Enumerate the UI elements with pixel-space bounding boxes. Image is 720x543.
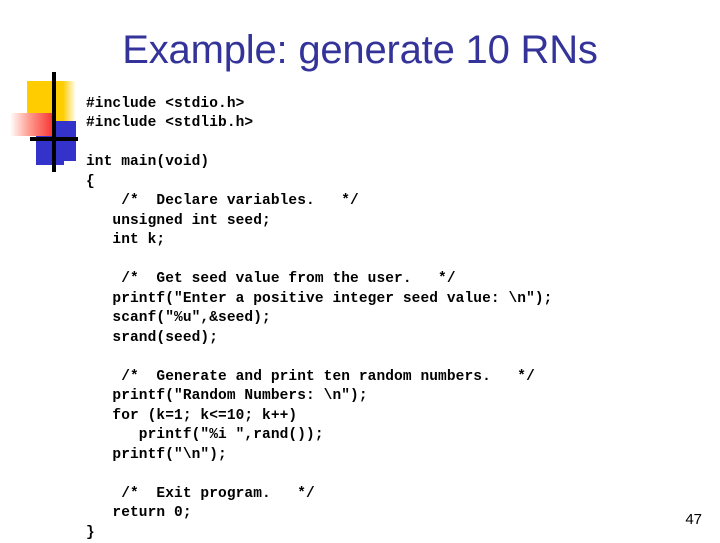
yellow-gradient-shape: [63, 81, 76, 121]
code-blank-line: [86, 348, 552, 368]
code-line: printf("%i ",rand());: [86, 426, 552, 446]
code-line: for (k=1; k<=10; k++): [86, 407, 552, 427]
code-line: unsigned int seed;: [86, 212, 552, 232]
red-gradient-rectangle-shape: [10, 113, 56, 136]
decorative-corner-motif: [8, 72, 88, 172]
code-line: printf("\n");: [86, 446, 552, 466]
code-line: printf("Enter a positive integer seed va…: [86, 290, 552, 310]
code-line: scanf("%u",&seed);: [86, 309, 552, 329]
code-blank-line: [86, 134, 552, 154]
horizontal-rule-shape: [30, 137, 78, 141]
code-line: #include <stdio.h>: [86, 95, 552, 115]
code-line: /* Exit program. */: [86, 485, 552, 505]
code-line: printf("Random Numbers: \n");: [86, 387, 552, 407]
vertical-rule-shape: [52, 72, 56, 172]
code-line: return 0;: [86, 504, 552, 524]
code-listing: #include <stdio.h>#include <stdlib.h> int…: [86, 95, 552, 543]
code-line: int main(void): [86, 153, 552, 173]
slide-page-number: 47: [685, 511, 702, 528]
code-line: int k;: [86, 231, 552, 251]
code-line: srand(seed);: [86, 329, 552, 349]
code-blank-line: [86, 251, 552, 271]
page-title: Example: generate 10 RNs: [0, 27, 720, 73]
code-blank-line: [86, 465, 552, 485]
code-line: }: [86, 524, 552, 543]
code-line: #include <stdlib.h>: [86, 114, 552, 134]
blue-square-extension-shape: [36, 153, 64, 165]
code-line: /* Generate and print ten random numbers…: [86, 368, 552, 388]
code-line: {: [86, 173, 552, 193]
code-line: /* Get seed value from the user. */: [86, 270, 552, 290]
code-line: /* Declare variables. */: [86, 192, 552, 212]
